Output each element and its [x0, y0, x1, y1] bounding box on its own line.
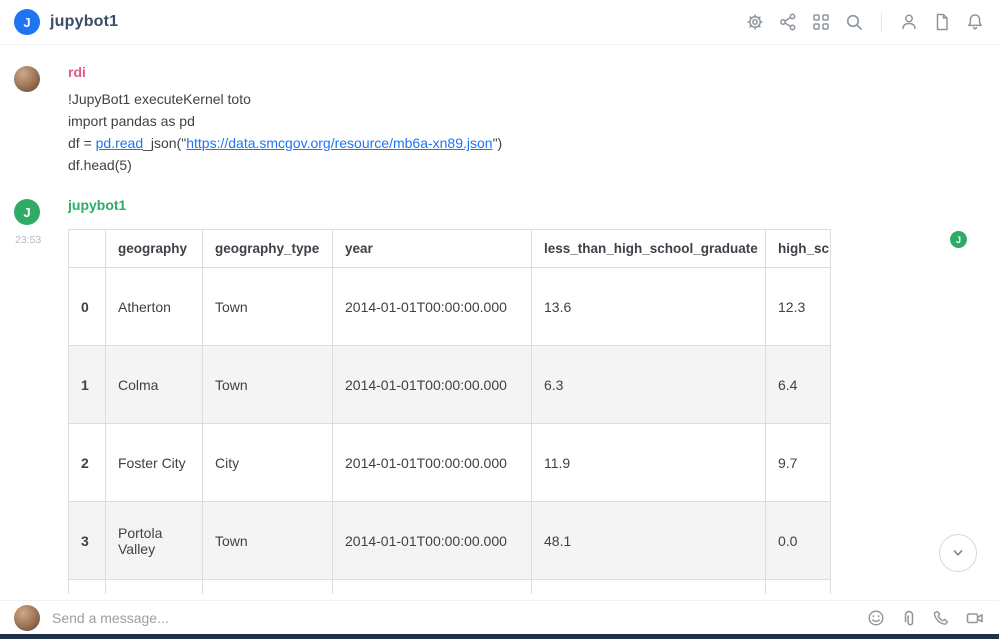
channel-avatar-letter: J — [23, 15, 30, 30]
url-link[interactable]: https://data.smcgov.org/resource/mb6a-xn… — [186, 135, 492, 151]
emoji-icon[interactable] — [866, 608, 886, 628]
table-cell: 1 — [69, 346, 106, 424]
current-user-avatar — [14, 605, 40, 631]
username[interactable]: rdi — [68, 64, 86, 80]
bot-status-badge: J — [950, 231, 967, 248]
table-cell: 2 — [69, 424, 106, 502]
table-cell: Colma — [106, 346, 203, 424]
table-cell: Atherton — [106, 268, 203, 346]
table-cell: 12.3 — [766, 268, 832, 346]
column-header: high_sc — [766, 230, 832, 268]
code-text: ") — [493, 135, 503, 151]
message-composer — [0, 600, 999, 634]
person-icon[interactable] — [899, 12, 919, 32]
scroll-to-bottom-button[interactable] — [939, 534, 977, 572]
table-row-partial — [69, 580, 832, 595]
message-text: !JupyBot1 executeKernel toto — [68, 88, 999, 110]
table-cell: 3 — [69, 502, 106, 580]
message-text: df.head(5) — [68, 154, 999, 176]
table-cell: City — [203, 424, 333, 502]
table-cell: 0 — [69, 268, 106, 346]
table-cell: 2014-01-01T00:00:00.000 — [333, 346, 532, 424]
table-cell — [333, 580, 532, 595]
table-cell: 0.0 — [766, 502, 832, 580]
username[interactable]: jupybot1 — [68, 197, 126, 213]
table-cell: 6.3 — [532, 346, 766, 424]
column-header: geography_type — [203, 230, 333, 268]
phone-icon[interactable] — [932, 608, 952, 628]
bot-avatar[interactable]: J — [14, 199, 40, 225]
table-cell: 6.4 — [766, 346, 832, 424]
message-rdi: rdi !JupyBot1 executeKernel toto import … — [0, 64, 999, 176]
paperclip-icon[interactable] — [899, 608, 919, 628]
message-text: df = pd.read_json("https://data.smcgov.o… — [68, 132, 999, 154]
share-icon[interactable] — [778, 12, 798, 32]
column-header: geography — [106, 230, 203, 268]
header-actions — [745, 12, 985, 32]
table-header-row: geography geography_type year less_than_… — [69, 230, 832, 268]
table-cell — [766, 580, 832, 595]
message-text: import pandas as pd — [68, 110, 999, 132]
header: J jupybot1 — [0, 0, 999, 45]
search-icon[interactable] — [844, 12, 864, 32]
column-header — [69, 230, 106, 268]
table-row: 3 Portola Valley Town 2014-01-01T00:00:0… — [69, 502, 832, 580]
table-cell — [532, 580, 766, 595]
column-header: year — [333, 230, 532, 268]
composer-actions — [866, 608, 985, 628]
table-cell: 48.1 — [532, 502, 766, 580]
header-channel: J jupybot1 — [14, 9, 118, 35]
bell-icon[interactable] — [965, 12, 985, 32]
table-cell: 9.7 — [766, 424, 832, 502]
code-link[interactable]: pd.read — [96, 135, 143, 151]
page-title: jupybot1 — [50, 13, 118, 31]
bottom-strip — [0, 634, 999, 639]
table-cell: 2014-01-01T00:00:00.000 — [333, 424, 532, 502]
table-row: 2 Foster City City 2014-01-01T00:00:00.0… — [69, 424, 832, 502]
chat-app-window: J jupybot1 — [0, 0, 999, 639]
table-cell — [203, 580, 333, 595]
gear-icon[interactable] — [745, 12, 765, 32]
table-cell: Town — [203, 502, 333, 580]
table-row: 1 Colma Town 2014-01-01T00:00:00.000 6.3… — [69, 346, 832, 424]
code-text: _json(" — [143, 135, 186, 151]
table-cell: 2014-01-01T00:00:00.000 — [333, 268, 532, 346]
code-text: df = — [68, 135, 96, 151]
column-header: less_than_high_school_graduate — [532, 230, 766, 268]
table-row: 0 Atherton Town 2014-01-01T00:00:00.000 … — [69, 268, 832, 346]
table-cell — [106, 580, 203, 595]
video-camera-icon[interactable] — [965, 608, 985, 628]
table-cell: 13.6 — [532, 268, 766, 346]
document-icon[interactable] — [932, 12, 952, 32]
header-divider — [881, 12, 882, 32]
table-cell — [69, 580, 106, 595]
bot-avatar-letter: J — [23, 205, 30, 220]
table-cell: Town — [203, 346, 333, 424]
chevron-down-icon — [948, 543, 968, 563]
message-jupybot1: J 23:53 jupybot1 geography geography_typ… — [0, 197, 999, 594]
grid-icon[interactable] — [811, 12, 831, 32]
dataframe-table: geography geography_type year less_than_… — [68, 229, 831, 594]
table-cell: 11.9 — [532, 424, 766, 502]
user-avatar[interactable] — [14, 66, 40, 92]
channel-avatar[interactable]: J — [14, 9, 40, 35]
message-input[interactable] — [52, 610, 854, 626]
table-cell: Portola Valley — [106, 502, 203, 580]
timestamp: 23:53 — [15, 234, 41, 246]
dataframe-table-container: geography geography_type year less_than_… — [68, 229, 831, 594]
table-cell: Town — [203, 268, 333, 346]
table-cell: Foster City — [106, 424, 203, 502]
table-cell: 2014-01-01T00:00:00.000 — [333, 502, 532, 580]
